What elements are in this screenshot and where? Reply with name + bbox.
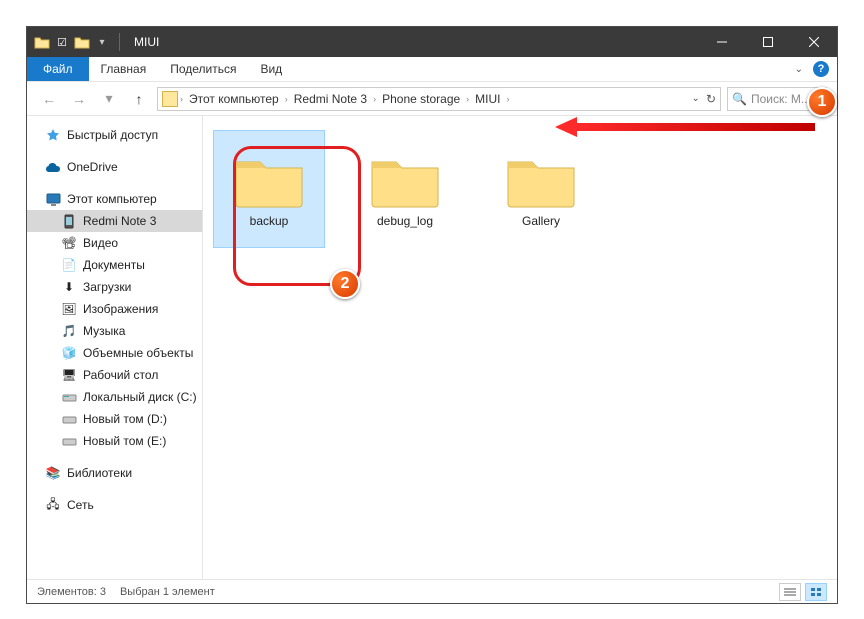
sidebar-libraries[interactable]: 📚 Библиотеки <box>27 462 202 484</box>
drive-icon <box>61 389 77 405</box>
file-list[interactable]: backup debug_log Gallery <box>203 116 837 579</box>
sidebar-item-disk-c[interactable]: Локальный диск (C:) <box>27 386 202 408</box>
sidebar-item-disk-e[interactable]: Новый том (E:) <box>27 430 202 452</box>
close-button[interactable] <box>791 27 837 57</box>
tab-home[interactable]: Главная <box>89 57 159 81</box>
sidebar-item-music[interactable]: 🎵 Музыка <box>27 320 202 342</box>
folder-gallery[interactable]: Gallery <box>485 130 597 248</box>
chevron-right-icon[interactable]: › <box>373 94 376 104</box>
navigation-pane: Быстрый доступ OneDrive Этот компьютер <box>27 116 203 579</box>
folder-debug-log[interactable]: debug_log <box>349 130 461 248</box>
tab-file[interactable]: Файл <box>27 57 89 81</box>
address-bar-row: ← → ▾ ↑ › Этот компьютер › Redmi Note 3 … <box>27 82 837 116</box>
download-icon: ⬇ <box>61 279 77 295</box>
minimize-button[interactable] <box>699 27 745 57</box>
folder-label: backup <box>250 214 289 228</box>
ribbon: Файл Главная Поделиться Вид ⌄ ? <box>27 57 837 82</box>
refresh-icon[interactable]: ↻ <box>706 92 716 106</box>
document-icon: 📄 <box>61 257 77 273</box>
drive-icon <box>61 433 77 449</box>
properties-icon[interactable]: ☑ <box>53 33 71 51</box>
status-bar: Элементов: 3 Выбран 1 элемент <box>27 579 837 603</box>
chevron-right-icon[interactable]: › <box>180 94 183 104</box>
qat-folder-icon[interactable] <box>73 33 91 51</box>
sidebar-item-documents[interactable]: 📄 Документы <box>27 254 202 276</box>
cloud-icon <box>45 159 61 175</box>
phone-icon <box>61 213 77 229</box>
sidebar-quick-access[interactable]: Быстрый доступ <box>27 124 202 146</box>
search-icon: 🔍 <box>732 92 747 106</box>
chevron-right-icon[interactable]: › <box>466 94 469 104</box>
folder-icon <box>232 150 306 208</box>
desktop-icon: 🖥 <box>61 367 77 383</box>
crumb-device[interactable]: Redmi Note 3 <box>290 92 371 106</box>
back-button[interactable]: ← <box>37 87 61 111</box>
monitor-icon <box>45 191 61 207</box>
folder-label: Gallery <box>522 214 560 228</box>
drive-icon <box>61 411 77 427</box>
sidebar-network[interactable]: 🖧 Сеть <box>27 494 202 516</box>
location-icon <box>162 91 178 107</box>
status-selected: Выбран 1 элемент <box>120 586 215 598</box>
sidebar-item-3d[interactable]: 🧊 Объемные объекты <box>27 342 202 364</box>
address-bar[interactable]: › Этот компьютер › Redmi Note 3 › Phone … <box>157 87 721 111</box>
qat: ☑ ▾ <box>27 33 126 51</box>
chevron-right-icon[interactable]: › <box>507 94 510 104</box>
sidebar-onedrive[interactable]: OneDrive <box>27 156 202 178</box>
sidebar-item-device[interactable]: Redmi Note 3 <box>27 210 202 232</box>
tab-share[interactable]: Поделиться <box>158 57 248 81</box>
view-details-button[interactable] <box>779 583 801 601</box>
status-count: Элементов: 3 <box>37 586 106 598</box>
sidebar-item-desktop[interactable]: 🖥 Рабочий стол <box>27 364 202 386</box>
library-icon: 📚 <box>45 465 61 481</box>
crumb-thispc[interactable]: Этот компьютер <box>185 92 283 106</box>
folder-backup[interactable]: backup <box>213 130 325 248</box>
star-icon <box>45 127 61 143</box>
sidebar-item-disk-d[interactable]: Новый том (D:) <box>27 408 202 430</box>
expand-ribbon-icon[interactable]: ⌄ <box>795 64 803 75</box>
folder-icon <box>368 150 442 208</box>
forward-button[interactable]: → <box>67 87 91 111</box>
picture-icon: 🖼 <box>61 301 77 317</box>
maximize-button[interactable] <box>745 27 791 57</box>
qat-dropdown-icon[interactable]: ▾ <box>93 33 111 51</box>
title-bar: ☑ ▾ MIUI <box>27 27 837 57</box>
video-icon: 📽 <box>61 235 77 251</box>
search-input[interactable]: 🔍 Поиск: M... <box>727 87 827 111</box>
up-button[interactable]: ↑ <box>127 87 151 111</box>
search-placeholder: Поиск: M... <box>751 92 811 106</box>
network-icon: 🖧 <box>45 497 61 513</box>
sidebar-item-pictures[interactable]: 🖼 Изображения <box>27 298 202 320</box>
explorer-window: ☑ ▾ MIUI Файл Главная Поделиться Вид ⌄ ?… <box>26 26 838 604</box>
sidebar-item-videos[interactable]: 📽 Видео <box>27 232 202 254</box>
sidebar-item-downloads[interactable]: ⬇ Загрузки <box>27 276 202 298</box>
chevron-right-icon[interactable]: › <box>285 94 288 104</box>
folder-label: debug_log <box>377 214 433 228</box>
crumb-folder[interactable]: MIUI <box>471 92 504 106</box>
folder-icon <box>504 150 578 208</box>
cube-icon: 🧊 <box>61 345 77 361</box>
folder-icon <box>33 33 51 51</box>
view-icons-button[interactable] <box>805 583 827 601</box>
help-icon[interactable]: ? <box>813 61 829 77</box>
address-dropdown-icon[interactable]: ⌄ <box>692 93 700 104</box>
tab-view[interactable]: Вид <box>248 57 294 81</box>
history-dropdown[interactable]: ▾ <box>97 87 121 111</box>
music-icon: 🎵 <box>61 323 77 339</box>
window-title: MIUI <box>126 35 159 49</box>
crumb-storage[interactable]: Phone storage <box>378 92 464 106</box>
sidebar-this-pc[interactable]: Этот компьютер <box>27 188 202 210</box>
